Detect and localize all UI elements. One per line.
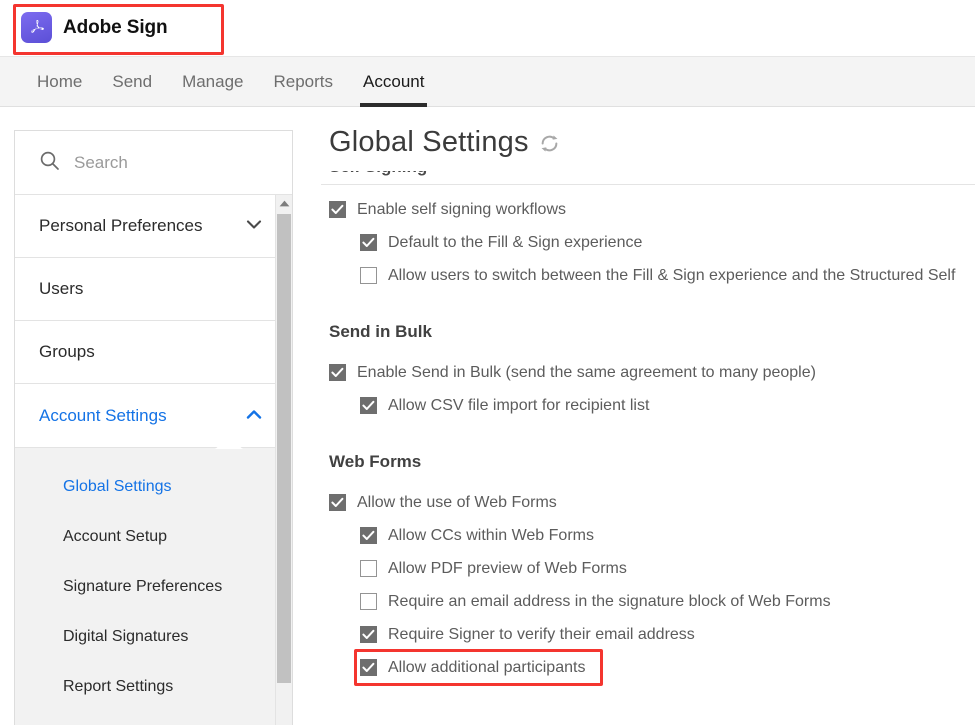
sidebar-subitem-label: Report Settings (63, 678, 174, 695)
app-root: Adobe Sign Home Send Manage Reports Acco… (0, 0, 975, 725)
sidebar-scrollbar[interactable] (275, 195, 292, 725)
checkbox-row[interactable]: Enable Send in Bulk (send the same agree… (329, 356, 975, 389)
checkbox-label: Require an email address in the signatur… (388, 592, 831, 610)
sidebar-item-groups[interactable]: Groups (15, 321, 292, 384)
settings-sections: Enable self signing workflows Default to… (307, 171, 975, 686)
sidebar-item-report-settings[interactable]: Report Settings (15, 662, 292, 712)
sidebar-item-label: Account Settings (39, 405, 167, 425)
search-input[interactable] (74, 152, 244, 173)
checkbox-unchecked-icon[interactable] (360, 593, 377, 610)
checkbox-checked-icon[interactable] (329, 201, 346, 218)
checkbox-checked-icon[interactable] (360, 626, 377, 643)
checkbox-row[interactable]: Default to the Fill & Sign experience (329, 226, 975, 259)
checkbox-checked-icon[interactable] (360, 234, 377, 251)
tab-home[interactable]: Home (22, 57, 97, 107)
sidebar-search-row[interactable] (15, 131, 292, 195)
sidebar-item-signature-preferences[interactable]: Signature Preferences (15, 562, 292, 612)
checkbox-label: Enable self signing workflows (357, 200, 566, 218)
sidebar-item-personal-preferences[interactable]: Personal Preferences (15, 195, 292, 258)
sidebar-item-label: Groups (39, 342, 95, 361)
checkbox-label: Allow the use of Web Forms (357, 493, 557, 511)
section-heading: Send in Bulk (329, 322, 432, 341)
checkbox-row[interactable]: Require Signer to verify their email add… (329, 618, 975, 651)
page-title: Global Settings (329, 126, 529, 158)
sidebar-item-account-settings[interactable]: Account Settings (15, 384, 292, 447)
checkbox-unchecked-icon[interactable] (360, 560, 377, 577)
adobe-acrobat-logo-icon (21, 12, 52, 43)
checkbox-row[interactable]: Allow CSV file import for recipient list (329, 389, 975, 422)
sidebar: Personal Preferences Users Groups Accoun… (14, 130, 293, 725)
checkbox-row[interactable]: Allow CCs within Web Forms (329, 519, 975, 552)
sidebar-item-label: Personal Preferences (39, 216, 203, 235)
brand-logo-group[interactable]: Adobe Sign (21, 12, 168, 43)
checkbox-label: Allow users to switch between the Fill &… (388, 266, 956, 284)
checkbox-row-allow-additional-participants[interactable]: Allow additional participants (329, 649, 975, 686)
checkbox-label: Default to the Fill & Sign experience (388, 233, 643, 251)
checkbox-row[interactable]: Allow PDF preview of Web Forms (329, 552, 975, 585)
sidebar-subitem-label: Digital Signatures (63, 628, 189, 645)
checkbox-checked-icon[interactable] (329, 494, 346, 511)
checkbox-checked-icon[interactable] (329, 364, 346, 381)
tab-account-label: Account (363, 72, 425, 91)
main-content: Global Settings Self Signing (307, 118, 975, 725)
sidebar-subitem-label: Account Setup (63, 528, 168, 545)
checkbox-row[interactable]: Allow the use of Web Forms (329, 486, 975, 519)
settings-scroll-area[interactable]: Self Signing Enable self signing workflo… (307, 171, 975, 725)
sidebar-item-users[interactable]: Users (15, 258, 292, 321)
sidebar-nav-list: Personal Preferences Users Groups Accoun… (15, 195, 292, 725)
checkbox-label: Require Signer to verify their email add… (388, 625, 695, 643)
checkbox-unchecked-icon[interactable] (360, 267, 377, 284)
sidebar-item-account-setup[interactable]: Account Setup (15, 512, 292, 562)
sidebar-subitem-label: Signature Preferences (63, 578, 223, 595)
sidebar-subitem-label: Global Settings (63, 478, 172, 495)
sidebar-subnav: Global Settings Account Setup Signature … (15, 438, 292, 725)
section-send-in-bulk: Send in Bulk Enable Send in Bulk (send t… (329, 322, 975, 422)
nav-tabs: Home Send Manage Reports Account (22, 57, 439, 107)
sidebar-item-security-settings[interactable]: Security Settings (15, 712, 292, 725)
brand-title: Adobe Sign (63, 16, 168, 38)
checkbox-checked-icon[interactable] (360, 527, 377, 544)
section-web-forms: Web Forms Allow the use of Web Forms All… (329, 452, 975, 686)
checkbox-row[interactable]: Require an email address in the signatur… (329, 585, 975, 618)
main-nav-bar: Home Send Manage Reports Account (0, 57, 975, 107)
tab-manage[interactable]: Manage (167, 57, 258, 107)
checkbox-label: Allow CCs within Web Forms (388, 526, 594, 544)
tab-reports[interactable]: Reports (259, 57, 349, 107)
triangle-up-icon[interactable] (276, 195, 292, 212)
tab-manage-label: Manage (182, 72, 244, 91)
chevron-up-icon (246, 407, 262, 425)
sidebar-item-digital-signatures[interactable]: Digital Signatures (15, 612, 292, 662)
refresh-icon[interactable] (539, 133, 560, 159)
tab-send-label: Send (112, 72, 153, 91)
checkbox-checked-icon[interactable] (360, 659, 377, 676)
chevron-down-icon (246, 217, 262, 235)
checkbox-checked-icon[interactable] (360, 397, 377, 414)
checkbox-row[interactable]: Allow users to switch between the Fill &… (329, 259, 975, 292)
tab-reports-label: Reports (273, 72, 334, 91)
checkbox-label: Allow additional participants (388, 658, 586, 676)
section-self-signing: Enable self signing workflows Default to… (329, 193, 975, 292)
checkbox-label: Allow CSV file import for recipient list (388, 396, 650, 414)
tab-home-label: Home (37, 72, 83, 91)
sidebar-scrollbar-thumb[interactable] (277, 214, 291, 683)
section-heading: Web Forms (329, 452, 422, 471)
checkbox-row[interactable]: Enable self signing workflows (329, 193, 975, 226)
checkbox-label: Allow PDF preview of Web Forms (388, 559, 627, 577)
checkbox-label: Enable Send in Bulk (send the same agree… (357, 363, 816, 381)
page-title-row: Global Settings (307, 118, 975, 159)
sidebar-item-label: Users (39, 279, 84, 298)
tab-send[interactable]: Send (97, 57, 167, 107)
brand-bar: Adobe Sign (0, 0, 975, 57)
tab-account[interactable]: Account (348, 57, 439, 107)
sidebar-item-global-settings[interactable]: Global Settings (15, 462, 292, 512)
search-icon (39, 150, 60, 176)
